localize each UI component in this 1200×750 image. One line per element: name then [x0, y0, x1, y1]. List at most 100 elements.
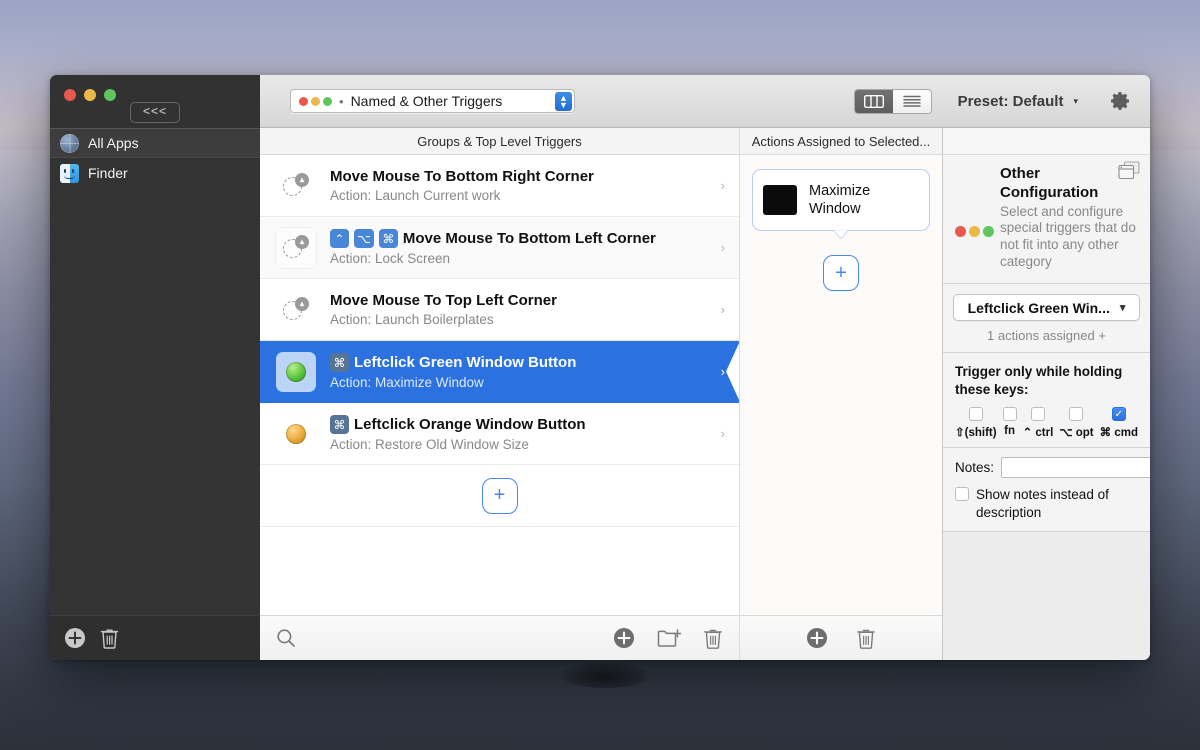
category-traffic-dots-icon: [299, 96, 332, 106]
delete-app-trash-icon[interactable]: [100, 627, 119, 649]
trigger-title: Move Mouse To Top Left Corner: [330, 292, 557, 309]
main-area: • Named & Other Triggers ▲ ▼ Preset: Def…: [260, 75, 1150, 660]
list-view-icon[interactable]: [892, 89, 931, 113]
preset-label[interactable]: Preset: Default: [958, 93, 1064, 110]
black-square-thumb-icon: [763, 185, 797, 216]
table-row[interactable]: ⌘ Leftclick Orange Window Button Action:…: [260, 403, 739, 465]
delete-action-trash-icon[interactable]: [856, 627, 876, 649]
shift-checkbox[interactable]: [968, 407, 983, 422]
modifier-key-cmd[interactable]: ✓ ⌘ cmd: [1100, 407, 1138, 439]
sidebar-item-label: All Apps: [88, 135, 139, 151]
modifier-key-shift[interactable]: ⇧(shift): [955, 407, 997, 439]
chevron-down-icon[interactable]: ▾: [1073, 96, 1078, 107]
trigger-category-select[interactable]: • Named & Other Triggers ▲ ▼: [290, 89, 575, 113]
add-action-button[interactable]: +: [823, 255, 859, 292]
content-row: ▴ Move Mouse To Bottom Right Corner Acti…: [260, 155, 1150, 660]
other-column-header: [943, 128, 1150, 154]
assigned-trigger-select[interactable]: Leftclick Green Win... ▾: [953, 294, 1140, 321]
add-trigger-button[interactable]: +: [481, 477, 518, 514]
corner-badge-icon: ▴: [295, 234, 309, 249]
cmd-checkbox[interactable]: ✓: [1111, 407, 1126, 422]
modifier-ctrl-icon: ⌃: [330, 229, 349, 248]
table-row-selected[interactable]: ⌘ Leftclick Green Window Button Action: …: [260, 341, 739, 403]
modifier-key-fn[interactable]: fn: [1002, 407, 1017, 439]
chevron-right-icon[interactable]: ›: [721, 426, 725, 441]
modifier-key-opt[interactable]: ⌥ opt: [1059, 407, 1094, 440]
table-row[interactable]: ▴ Move Mouse To Top Left Corner Action: …: [260, 279, 739, 341]
chevron-right-icon[interactable]: ›: [721, 364, 725, 379]
category-label: Named & Other Triggers: [350, 93, 503, 109]
stacked-windows-icon[interactable]: [1118, 161, 1140, 180]
actions-bottom-bar: [740, 615, 942, 660]
toolbar: • Named & Other Triggers ▲ ▼ Preset: Def…: [260, 75, 1150, 128]
groups-column-header: Groups & Top Level Triggers: [260, 128, 740, 154]
assigned-trigger-block: Leftclick Green Win... ▾ 1 actions assig…: [943, 284, 1150, 353]
finder-icon: [60, 163, 79, 183]
notes-input[interactable]: [1001, 457, 1150, 479]
other-config-description: Select and configure special triggers th…: [1000, 203, 1136, 270]
category-stepper-icon[interactable]: ▲ ▼: [555, 92, 572, 111]
chevron-right-icon[interactable]: ›: [721, 178, 725, 193]
fn-checkbox[interactable]: [1002, 407, 1017, 422]
sidebar-app-list: All Apps Finder: [50, 128, 260, 615]
table-row[interactable]: ▴ Move Mouse To Bottom Right Corner Acti…: [260, 155, 739, 217]
opt-checkbox[interactable]: [1069, 407, 1084, 422]
actions-body: Maximize Window +: [740, 155, 942, 615]
notes-row: Notes: 😛: [955, 457, 1150, 479]
modifier-cmd-icon: ⌘: [330, 353, 349, 372]
gear-icon[interactable]: [1108, 89, 1132, 113]
modifier-cmd-icon: ⌘: [330, 415, 349, 434]
corner-trigger-icon: ▴: [276, 227, 316, 268]
trigger-subtitle: Action: Maximize Window: [330, 375, 484, 390]
delete-trigger-trash-icon[interactable]: [703, 627, 723, 649]
add-trigger-zone: +: [260, 465, 739, 527]
ctrl-checkbox[interactable]: [1030, 407, 1045, 422]
show-notes-checkbox[interactable]: [955, 487, 969, 502]
corner-badge-icon: ▴: [295, 172, 309, 187]
chevron-right-icon[interactable]: ›: [721, 240, 725, 255]
action-label-line1: Maximize: [809, 183, 871, 199]
new-folder-icon[interactable]: [657, 628, 681, 648]
collapse-sidebar-button[interactable]: <<<: [129, 102, 181, 123]
other-configuration-column: Other Configuration Select and configure…: [943, 155, 1150, 660]
show-notes-row[interactable]: Show notes instead of description: [955, 486, 1138, 521]
modifier-keys-row: ⇧(shift) fn ⌃ ctrl ⌥ opt ✓ ⌘ cmd: [955, 407, 1138, 439]
table-row[interactable]: ▴ ⌃ ⌥ ⌘ Move Mouse To Bottom Left Corner: [260, 217, 739, 279]
other-config-title-line1: Other: [1000, 165, 1041, 182]
add-app-icon[interactable]: [64, 627, 86, 649]
other-config-title: Other Configuration: [1000, 165, 1098, 201]
trigger-subtitle: Action: Lock Screen: [330, 251, 451, 266]
add-trigger-icon[interactable]: [613, 627, 635, 649]
modifier-keys-title: Trigger only while holding these keys:: [955, 364, 1123, 397]
sidebar-item-finder[interactable]: Finder: [50, 158, 260, 188]
opt-label: ⌥ opt: [1059, 427, 1094, 440]
columns-view-icon[interactable]: [854, 89, 893, 113]
minimize-button[interactable]: [84, 89, 96, 101]
modifier-opt-icon: ⌥: [354, 229, 374, 248]
add-action-icon[interactable]: [806, 627, 828, 649]
sidebar-item-all-apps[interactable]: All Apps: [50, 128, 260, 158]
view-toggle[interactable]: [853, 88, 932, 114]
modifier-cmd-icon: ⌘: [378, 229, 398, 248]
actions-column: Maximize Window +: [740, 155, 943, 660]
ctrl-label: ⌃ ctrl: [1022, 427, 1054, 440]
search-icon[interactable]: [276, 628, 296, 648]
trigger-title: Leftclick Orange Window Button: [354, 416, 586, 433]
other-traffic-dots-icon: [955, 225, 994, 237]
column-headers: Groups & Top Level Triggers Actions Assi…: [260, 128, 1150, 155]
chevron-right-icon[interactable]: ›: [721, 302, 725, 317]
corner-trigger-icon: ▴: [276, 290, 316, 330]
assigned-actions-count[interactable]: 1 actions assigned +: [953, 328, 1140, 343]
notes-label: Notes:: [955, 460, 995, 476]
close-button[interactable]: [64, 89, 76, 101]
groups-column: ▴ Move Mouse To Bottom Right Corner Acti…: [260, 155, 740, 660]
other-config-title-line2: Configuration: [1000, 183, 1099, 201]
zoom-button[interactable]: [104, 89, 116, 101]
trigger-title: Move Mouse To Bottom Right Corner: [330, 168, 594, 185]
action-card[interactable]: Maximize Window: [752, 169, 930, 232]
trigger-subtitle: Action: Restore Old Window Size: [330, 437, 529, 452]
chevron-down-icon: ▾: [1119, 302, 1126, 314]
assigned-trigger-label: Leftclick Green Win...: [967, 299, 1110, 316]
corner-badge-icon: ▴: [295, 296, 309, 311]
modifier-key-ctrl[interactable]: ⌃ ctrl: [1022, 407, 1054, 440]
